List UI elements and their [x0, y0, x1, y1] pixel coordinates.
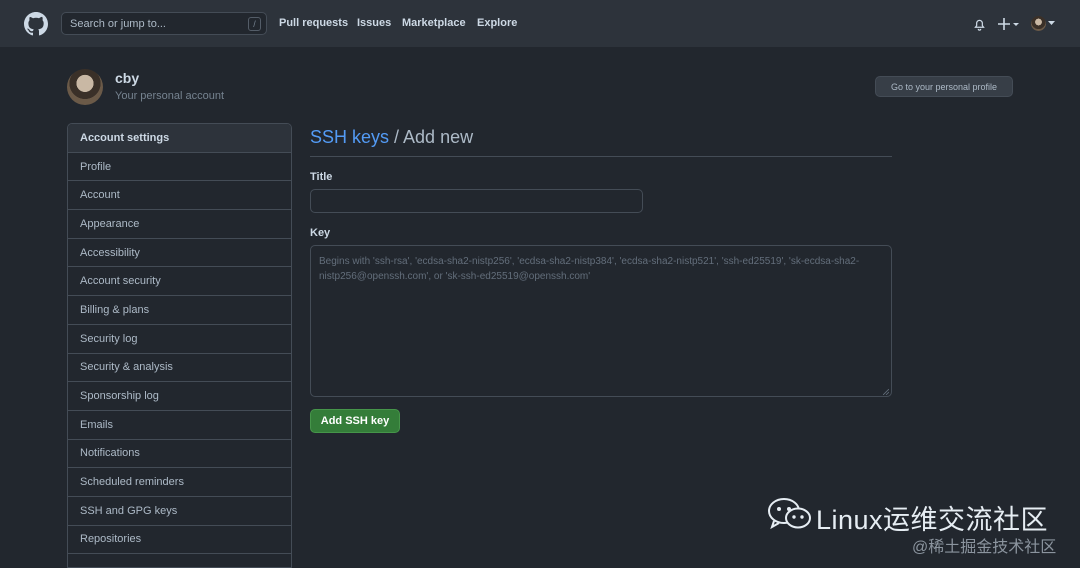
- username: cby: [115, 70, 140, 86]
- plus-dropdown-icon[interactable]: [998, 17, 1020, 31]
- title-input[interactable]: [310, 189, 643, 213]
- chevron-down-icon[interactable]: [1048, 21, 1055, 26]
- top-header: Search or jump to... / Pull requests Iss…: [0, 0, 1080, 47]
- nav-pull-requests[interactable]: Pull requests: [279, 17, 348, 29]
- sidebar-item-sponsorship-log[interactable]: Sponsorship log: [68, 382, 291, 411]
- nav-explore[interactable]: Explore: [477, 17, 517, 29]
- slash-shortcut-key: /: [248, 17, 261, 31]
- title-label: Title: [310, 171, 333, 183]
- nav-marketplace[interactable]: Marketplace: [402, 17, 466, 29]
- page-title: SSH keys / Add new: [310, 127, 473, 148]
- search-placeholder: Search or jump to...: [70, 17, 166, 30]
- sidebar-item-ssh-gpg-keys[interactable]: SSH and GPG keys: [68, 497, 291, 526]
- settings-sidebar: Account settings Profile Account Appeara…: [67, 123, 292, 568]
- avatar: [67, 69, 103, 105]
- watermark-title: Linux运维交流社区: [816, 505, 1049, 535]
- resize-handle-icon[interactable]: [883, 389, 889, 395]
- go-to-profile-button[interactable]: Go to your personal profile: [875, 76, 1013, 97]
- sidebar-item-accessibility[interactable]: Accessibility: [68, 239, 291, 268]
- sidebar-item-security-log[interactable]: Security log: [68, 325, 291, 354]
- breadcrumb-current: / Add new: [389, 127, 474, 147]
- nav-issues[interactable]: Issues: [357, 17, 391, 29]
- sidebar-item-security-analysis[interactable]: Security & analysis: [68, 354, 291, 383]
- sidebar-item-notifications[interactable]: Notifications: [68, 440, 291, 469]
- sidebar-item-account[interactable]: Account: [68, 181, 291, 211]
- wechat-logo-icon: [768, 498, 811, 530]
- sidebar-item-profile[interactable]: Profile: [68, 153, 291, 182]
- add-ssh-key-button[interactable]: Add SSH key: [310, 409, 400, 433]
- sidebar-item-account-security[interactable]: Account security: [68, 267, 291, 297]
- github-logo-icon[interactable]: [24, 12, 48, 36]
- user-avatar-icon[interactable]: [1031, 16, 1046, 31]
- sidebar-item-appearance[interactable]: Appearance: [68, 210, 291, 239]
- key-label: Key: [310, 227, 331, 239]
- key-textarea[interactable]: [310, 245, 892, 397]
- sidebar-item-billing[interactable]: Billing & plans: [68, 296, 291, 325]
- account-type-label: Your personal account: [115, 90, 225, 102]
- sidebar-item-scheduled-reminders[interactable]: Scheduled reminders: [68, 468, 291, 497]
- sidebar-heading: Account settings: [68, 124, 291, 153]
- sidebar-item-repositories[interactable]: Repositories: [68, 526, 291, 555]
- sidebar-item-emails[interactable]: Emails: [68, 411, 291, 440]
- breadcrumb-ssh-keys-link[interactable]: SSH keys: [310, 127, 389, 147]
- watermark-subtitle: @稀土掘金技术社区: [912, 539, 1057, 556]
- search-input[interactable]: Search or jump to... /: [61, 12, 267, 35]
- divider: [310, 156, 892, 157]
- bell-icon[interactable]: [973, 17, 986, 31]
